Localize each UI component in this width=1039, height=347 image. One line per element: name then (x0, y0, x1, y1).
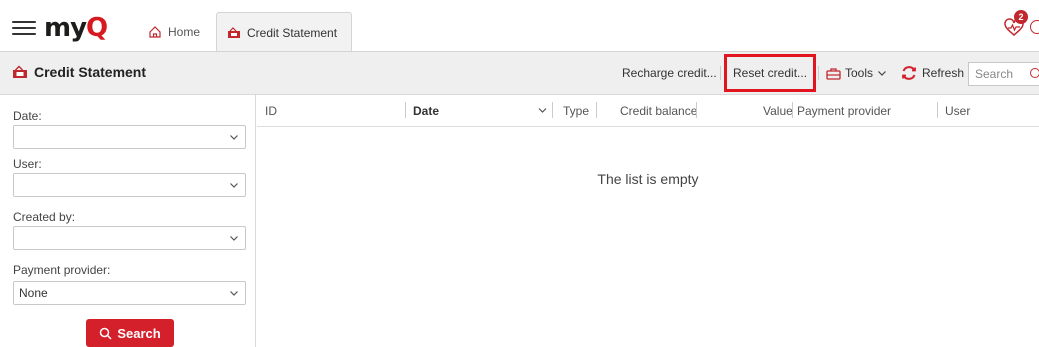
toolbar-divider (818, 66, 819, 80)
search-icon[interactable] (1030, 68, 1039, 78)
user-filter-select[interactable] (13, 173, 246, 197)
tab-credit-statement[interactable]: Credit Statement (216, 12, 352, 52)
column-divider[interactable] (405, 102, 406, 118)
empty-list-message: The list is empty (597, 171, 699, 187)
credit-statement-icon (228, 26, 240, 38)
column-header-type[interactable]: Type (563, 104, 589, 118)
created-by-filter-label: Created by: (13, 210, 76, 224)
column-divider[interactable] (937, 102, 938, 118)
column-divider[interactable] (596, 102, 597, 118)
column-header-id[interactable]: ID (265, 104, 277, 118)
hamburger-menu-icon[interactable] (12, 21, 36, 35)
column-header-date[interactable]: Date (413, 104, 439, 118)
user-filter-label: User: (13, 157, 42, 171)
refresh-button[interactable]: Refresh (900, 62, 964, 84)
notification-count-badge: 2 (1014, 10, 1028, 24)
payment-provider-filter-label: Payment provider: (13, 263, 111, 277)
page-title: Credit Statement (12, 64, 146, 80)
tools-menu-button[interactable]: Tools (826, 62, 891, 84)
sort-descending-icon[interactable] (538, 107, 547, 114)
grid-search-input[interactable] (968, 62, 1039, 86)
column-divider[interactable] (552, 102, 553, 118)
chevron-down-icon (230, 291, 238, 296)
column-header-user[interactable]: User (945, 104, 970, 118)
tools-label: Tools (845, 66, 874, 80)
chevron-down-icon (230, 183, 238, 188)
column-header-credit-balance[interactable]: Credit balance (620, 104, 697, 118)
credit-statement-icon (13, 65, 27, 78)
top-bar: myQ Home Credit Statement 2 (0, 0, 1039, 52)
home-icon (149, 26, 161, 38)
refresh-label: Refresh (922, 66, 965, 80)
column-header-value[interactable]: Value (763, 104, 793, 118)
page-title-text: Credit Statement (34, 64, 147, 80)
date-filter-label: Date: (13, 109, 42, 123)
created-by-filter-select[interactable] (13, 226, 246, 250)
toolbar-divider (720, 66, 721, 80)
column-divider[interactable] (792, 102, 793, 118)
search-button-label: Search (117, 325, 161, 341)
search-button[interactable]: Search (86, 319, 174, 347)
recharge-credit-button[interactable]: Recharge credit... (622, 62, 717, 84)
notifications-button[interactable]: 2 (1004, 10, 1028, 38)
payment-provider-filter-select[interactable]: None (13, 281, 246, 305)
grid-header: ID Date Type Credit balance Value Paymen… (257, 95, 1039, 127)
column-header-payment-provider[interactable]: Payment provider (797, 104, 891, 118)
tab-credit-statement-label: Credit Statement (247, 25, 338, 40)
refresh-icon (902, 66, 916, 80)
tab-home[interactable]: Home (138, 12, 210, 52)
credit-statement-grid: ID Date Type Credit balance Value Paymen… (257, 95, 1039, 347)
reset-credit-label: Reset credit... (733, 66, 808, 80)
search-icon (100, 327, 112, 340)
toolbox-icon (826, 67, 841, 80)
chevron-down-icon (230, 236, 238, 241)
reset-credit-button[interactable]: Reset credit... (724, 54, 817, 92)
module-header: Credit Statement Recharge credit... Rese… (0, 52, 1039, 95)
help-icon[interactable] (1030, 20, 1039, 34)
date-filter-select[interactable] (13, 125, 246, 149)
myq-logo[interactable]: myQ (44, 14, 108, 42)
chevron-down-icon (230, 135, 238, 140)
column-divider[interactable] (696, 102, 697, 118)
tab-home-label: Home (168, 25, 201, 39)
payment-provider-filter-value: None (19, 286, 48, 300)
chevron-down-icon (878, 71, 886, 76)
